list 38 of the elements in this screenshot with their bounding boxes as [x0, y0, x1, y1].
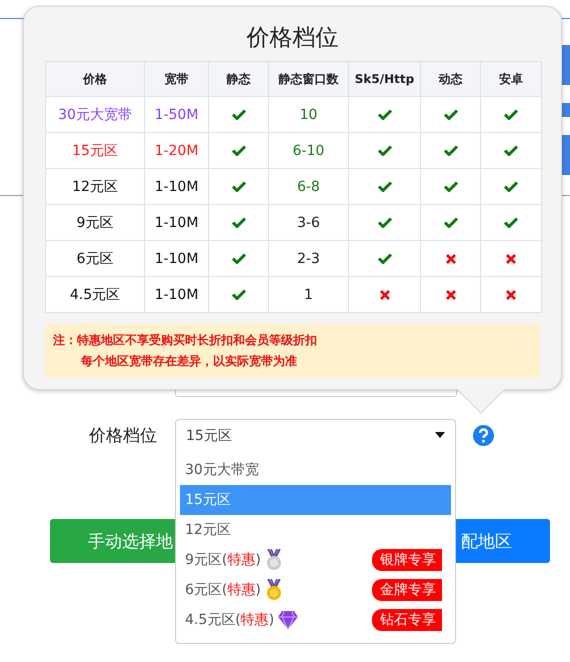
- note-text: 注：特惠地区不享受购买时长折扣和会员等级折扣: [53, 332, 318, 349]
- table-cell: 15元区: [46, 132, 144, 168]
- help-icon[interactable]: [473, 424, 494, 446]
- table-cell: 6元区: [46, 240, 144, 276]
- table-cell: 6-10: [268, 132, 348, 168]
- dropdown-option[interactable]: 30元大带宽: [180, 455, 451, 485]
- dropdown-option[interactable]: 4.5元区(特惠) 钻石专享: [180, 605, 451, 635]
- table-cell: 12元区: [46, 168, 144, 204]
- table-cell: 2-3: [268, 240, 348, 276]
- column-header: 安卓: [480, 62, 542, 96]
- dropdown-option[interactable]: 6元区(特惠) 金牌专享: [180, 575, 451, 605]
- table-cell: 1: [268, 276, 348, 312]
- table-cell: 9元区: [46, 204, 144, 240]
- table-cell: 1-10M: [144, 204, 208, 240]
- table-cell: 3-6: [268, 204, 348, 240]
- table-cell: 4.5元区: [46, 276, 144, 312]
- badge: 钻石专享: [372, 609, 442, 631]
- column-header: 静态窗口数: [268, 62, 348, 96]
- diamond-icon: [277, 610, 300, 630]
- table-cell: 1-50M: [144, 96, 208, 132]
- table-cell: 30元大宽带: [46, 96, 144, 132]
- table-cell: 1-10M: [144, 276, 208, 312]
- table-cell: 1-20M: [144, 132, 208, 168]
- column-header: 静态: [208, 62, 268, 96]
- table-cell: 6-8: [268, 168, 348, 204]
- popover-title: 价格档位: [246, 24, 340, 53]
- field-label: 价格档位: [89, 426, 157, 446]
- table-cell: 10: [268, 96, 348, 132]
- caret-icon: [435, 432, 445, 438]
- column-header: 宽带: [144, 62, 208, 96]
- table-cell: 1-10M: [144, 168, 208, 204]
- column-header: Sk5/Http: [348, 62, 420, 96]
- column-header: 价格: [46, 62, 144, 96]
- badge: 金牌专享: [372, 579, 442, 601]
- table-cell: 1-10M: [144, 240, 208, 276]
- note-text: 每个地区宽带存在差异，以实际宽带为准: [80, 353, 298, 370]
- badge: 银牌专享: [372, 549, 442, 571]
- column-header: 动态: [420, 62, 480, 96]
